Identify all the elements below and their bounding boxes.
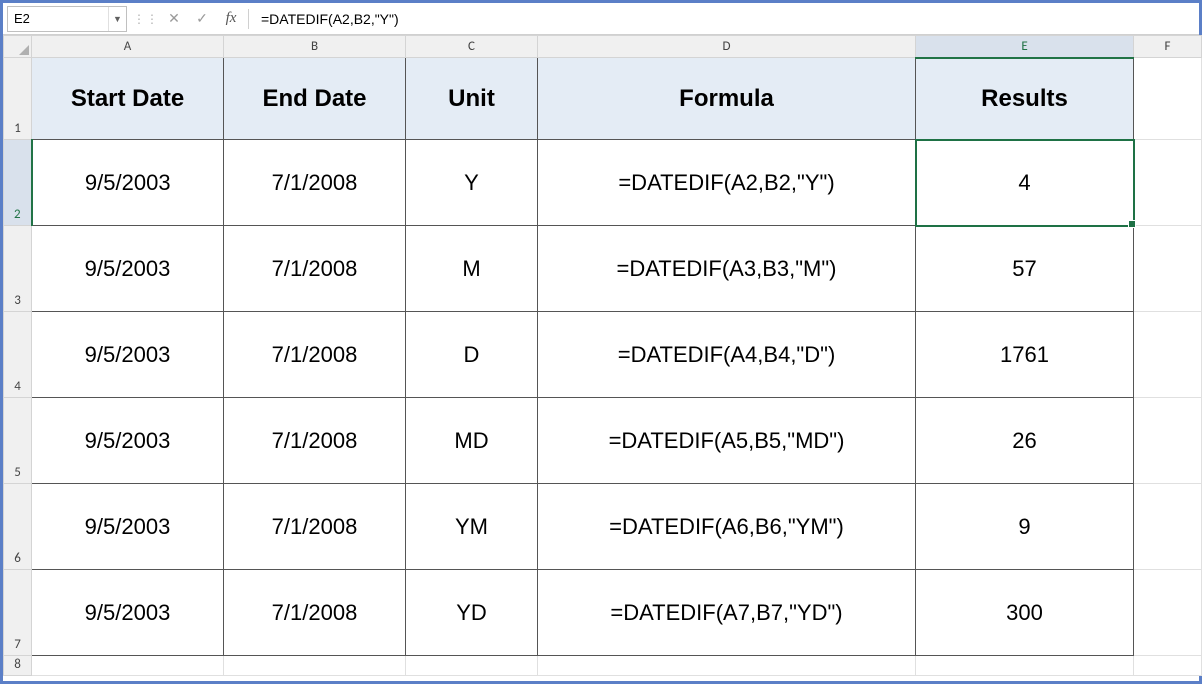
cell-A3[interactable]: 9/5/2003: [32, 226, 224, 312]
cell-D8[interactable]: [538, 656, 916, 676]
table-row: 8: [4, 656, 1202, 676]
table-row: 7 9/5/2003 7/1/2008 YD =DATEDIF(A7,B7,"Y…: [4, 570, 1202, 656]
enter-icon[interactable]: [188, 6, 216, 32]
cell-D4[interactable]: =DATEDIF(A4,B4,"D"): [538, 312, 916, 398]
cell-F5[interactable]: [1134, 398, 1202, 484]
cell-D2[interactable]: =DATEDIF(A2,B2,"Y"): [538, 140, 916, 226]
row-header-8[interactable]: 8: [4, 656, 32, 676]
cell-F7[interactable]: [1134, 570, 1202, 656]
row-header-4[interactable]: 4: [4, 312, 32, 398]
cell-E4[interactable]: 1761: [916, 312, 1134, 398]
col-header-B[interactable]: B: [224, 36, 406, 58]
row-header-3[interactable]: 3: [4, 226, 32, 312]
cell-C7[interactable]: YD: [406, 570, 538, 656]
column-header-row: A B C D E F: [4, 36, 1202, 58]
table-row: 4 9/5/2003 7/1/2008 D =DATEDIF(A4,B4,"D"…: [4, 312, 1202, 398]
col-header-D[interactable]: D: [538, 36, 916, 58]
row-header-2[interactable]: 2: [4, 140, 32, 226]
cell-A1[interactable]: Start Date: [32, 58, 224, 140]
col-header-E[interactable]: E: [916, 36, 1134, 58]
cell-F6[interactable]: [1134, 484, 1202, 570]
cell-C4[interactable]: D: [406, 312, 538, 398]
table-row: 1 Start Date End Date Unit Formula Resul…: [4, 58, 1202, 140]
cell-B6[interactable]: 7/1/2008: [224, 484, 406, 570]
cell-C8[interactable]: [406, 656, 538, 676]
cell-E7[interactable]: 300: [916, 570, 1134, 656]
cell-A7[interactable]: 9/5/2003: [32, 570, 224, 656]
col-header-A[interactable]: A: [32, 36, 224, 58]
col-header-F[interactable]: F: [1134, 36, 1202, 58]
cancel-icon[interactable]: [160, 6, 188, 32]
name-box[interactable]: E2 ▼: [7, 6, 127, 32]
cell-D7[interactable]: =DATEDIF(A7,B7,"YD"): [538, 570, 916, 656]
cell-F2[interactable]: [1134, 140, 1202, 226]
cell-B7[interactable]: 7/1/2008: [224, 570, 406, 656]
cell-F8[interactable]: [1134, 656, 1202, 676]
row-header-5[interactable]: 5: [4, 398, 32, 484]
cell-B5[interactable]: 7/1/2008: [224, 398, 406, 484]
cell-C2[interactable]: Y: [406, 140, 538, 226]
cell-E6[interactable]: 9: [916, 484, 1134, 570]
formula-bar-buttons: ⋮⋮ fx: [132, 3, 246, 34]
cell-E3[interactable]: 57: [916, 226, 1134, 312]
spreadsheet-grid: A B C D E F 1 Start Date End Date Unit F…: [3, 35, 1199, 676]
col-header-C[interactable]: C: [406, 36, 538, 58]
cell-D1[interactable]: Formula: [538, 58, 916, 140]
formula-bar: E2 ▼ ⋮⋮ fx: [3, 3, 1199, 35]
cell-E5[interactable]: 26: [916, 398, 1134, 484]
cell-B1[interactable]: End Date: [224, 58, 406, 140]
row-header-1[interactable]: 1: [4, 58, 32, 140]
formula-input[interactable]: [251, 6, 1199, 32]
cell-B4[interactable]: 7/1/2008: [224, 312, 406, 398]
cell-C1[interactable]: Unit: [406, 58, 538, 140]
table-row: 5 9/5/2003 7/1/2008 MD =DATEDIF(A5,B5,"M…: [4, 398, 1202, 484]
row-header-7[interactable]: 7: [4, 570, 32, 656]
table-row: 6 9/5/2003 7/1/2008 YM =DATEDIF(A6,B6,"Y…: [4, 484, 1202, 570]
cell-C5[interactable]: MD: [406, 398, 538, 484]
cell-A4[interactable]: 9/5/2003: [32, 312, 224, 398]
fx-icon[interactable]: fx: [216, 10, 246, 27]
cell-A8[interactable]: [32, 656, 224, 676]
cell-D3[interactable]: =DATEDIF(A3,B3,"M"): [538, 226, 916, 312]
cell-B8[interactable]: [224, 656, 406, 676]
row-header-6[interactable]: 6: [4, 484, 32, 570]
cell-F1[interactable]: [1134, 58, 1202, 140]
cell-E1[interactable]: Results: [916, 58, 1134, 140]
cell-C3[interactable]: M: [406, 226, 538, 312]
drag-handle-icon: ⋮⋮: [132, 6, 160, 32]
cell-B2[interactable]: 7/1/2008: [224, 140, 406, 226]
cell-C6[interactable]: YM: [406, 484, 538, 570]
cell-A2[interactable]: 9/5/2003: [32, 140, 224, 226]
name-box-value: E2: [8, 11, 108, 26]
cell-D5[interactable]: =DATEDIF(A5,B5,"MD"): [538, 398, 916, 484]
select-all-corner[interactable]: [4, 36, 32, 58]
cell-E8[interactable]: [916, 656, 1134, 676]
cell-A6[interactable]: 9/5/2003: [32, 484, 224, 570]
cell-B3[interactable]: 7/1/2008: [224, 226, 406, 312]
table-row: 2 9/5/2003 7/1/2008 Y =DATEDIF(A2,B2,"Y"…: [4, 140, 1202, 226]
cell-A5[interactable]: 9/5/2003: [32, 398, 224, 484]
name-box-dropdown-icon[interactable]: ▼: [108, 7, 126, 31]
cell-E2[interactable]: 4: [916, 140, 1134, 226]
cell-F4[interactable]: [1134, 312, 1202, 398]
table-row: 3 9/5/2003 7/1/2008 M =DATEDIF(A3,B3,"M"…: [4, 226, 1202, 312]
cell-D6[interactable]: =DATEDIF(A6,B6,"YM"): [538, 484, 916, 570]
cell-F3[interactable]: [1134, 226, 1202, 312]
